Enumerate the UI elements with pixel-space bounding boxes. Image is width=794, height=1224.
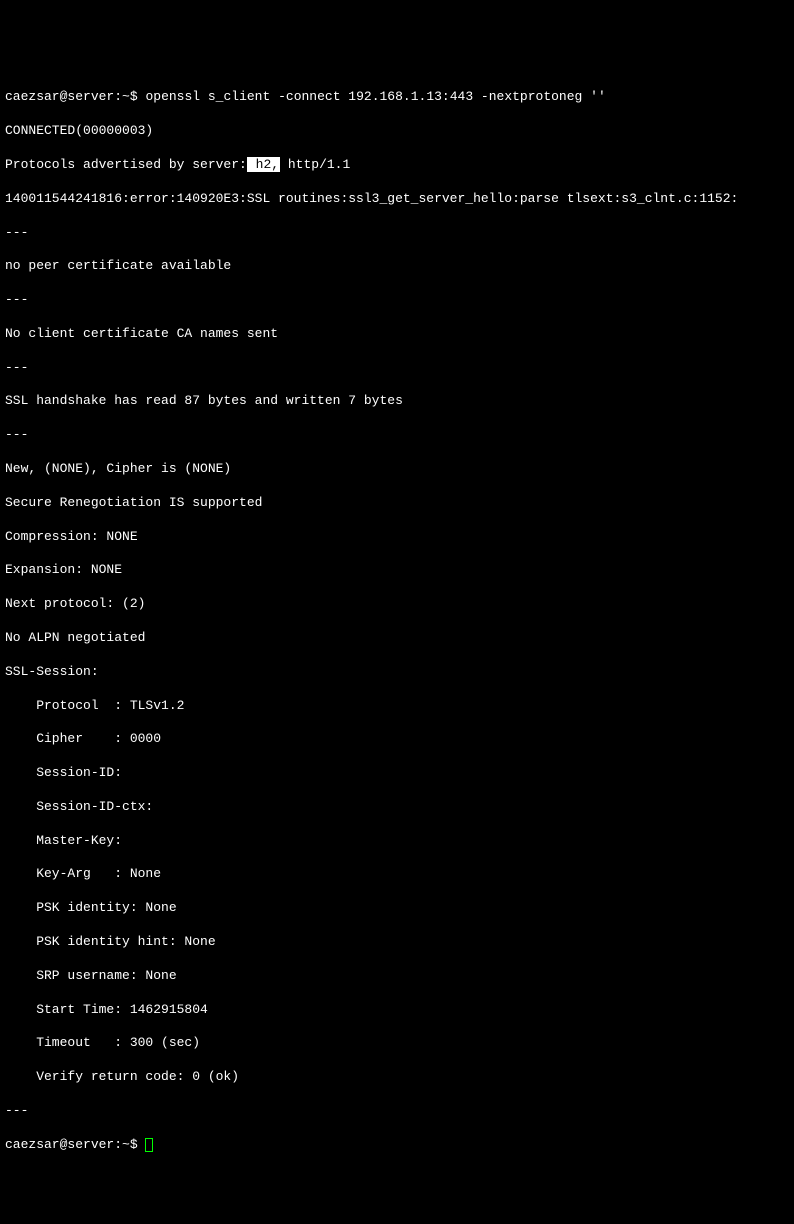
prompt-colon: : bbox=[114, 89, 122, 104]
prompt-symbol: $ bbox=[130, 89, 146, 104]
output-nopeer: no peer certificate available bbox=[5, 258, 789, 275]
prompt-line-1: caezsar@server:~$ openssl s_client -conn… bbox=[5, 89, 789, 106]
output-expansion: Expansion: NONE bbox=[5, 562, 789, 579]
command-text: openssl s_client -connect 192.168.1.13:4… bbox=[145, 89, 605, 104]
output-starttime: Start Time: 1462915804 bbox=[5, 1002, 789, 1019]
output-error: 140011544241816:error:140920E3:SSL routi… bbox=[5, 191, 789, 208]
terminal-output[interactable]: caezsar@server:~$ openssl s_client -conn… bbox=[5, 73, 789, 1171]
prompt-symbol: $ bbox=[130, 1137, 146, 1152]
prompt-host: server bbox=[67, 1137, 114, 1152]
output-noclient: No client certificate CA names sent bbox=[5, 326, 789, 343]
output-protocols: Protocols advertised by server: h2, http… bbox=[5, 157, 789, 174]
proto-label: Protocols advertised by server: bbox=[5, 157, 247, 172]
output-masterkey: Master-Key: bbox=[5, 833, 789, 850]
cursor-icon bbox=[145, 1138, 153, 1152]
output-keyarg: Key-Arg : None bbox=[5, 866, 789, 883]
prompt-user: caezsar bbox=[5, 1137, 60, 1152]
output-sessionidctx: Session-ID-ctx: bbox=[5, 799, 789, 816]
prompt-user: caezsar bbox=[5, 89, 60, 104]
output-pskidentity: PSK identity: None bbox=[5, 900, 789, 917]
output-sep: --- bbox=[5, 1103, 789, 1120]
output-sep: --- bbox=[5, 427, 789, 444]
output-timeout: Timeout : 300 (sec) bbox=[5, 1035, 789, 1052]
output-sep: --- bbox=[5, 360, 789, 377]
proto-rest: http/1.1 bbox=[280, 157, 350, 172]
prompt-path: ~ bbox=[122, 1137, 130, 1152]
output-sessionid: Session-ID: bbox=[5, 765, 789, 782]
prompt-path: ~ bbox=[122, 89, 130, 104]
output-securereneg: Secure Renegotiation IS supported bbox=[5, 495, 789, 512]
output-noalpn: No ALPN negotiated bbox=[5, 630, 789, 647]
output-handshake: SSL handshake has read 87 bytes and writ… bbox=[5, 393, 789, 410]
output-protocol: Protocol : TLSv1.2 bbox=[5, 698, 789, 715]
output-srpuser: SRP username: None bbox=[5, 968, 789, 985]
output-compression: Compression: NONE bbox=[5, 529, 789, 546]
output-verify: Verify return code: 0 (ok) bbox=[5, 1069, 789, 1086]
prompt-line-2[interactable]: caezsar@server:~$ bbox=[5, 1137, 789, 1154]
prompt-colon: : bbox=[114, 1137, 122, 1152]
output-newcipher: New, (NONE), Cipher is (NONE) bbox=[5, 461, 789, 478]
output-connected: CONNECTED(00000003) bbox=[5, 123, 789, 140]
output-sslsession: SSL-Session: bbox=[5, 664, 789, 681]
proto-highlight: h2, bbox=[247, 157, 280, 172]
output-pskhint: PSK identity hint: None bbox=[5, 934, 789, 951]
output-cipher: Cipher : 0000 bbox=[5, 731, 789, 748]
prompt-host: server bbox=[67, 89, 114, 104]
output-sep: --- bbox=[5, 292, 789, 309]
output-sep: --- bbox=[5, 225, 789, 242]
output-nextproto: Next protocol: (2) bbox=[5, 596, 789, 613]
prompt-at: @ bbox=[60, 1137, 68, 1152]
